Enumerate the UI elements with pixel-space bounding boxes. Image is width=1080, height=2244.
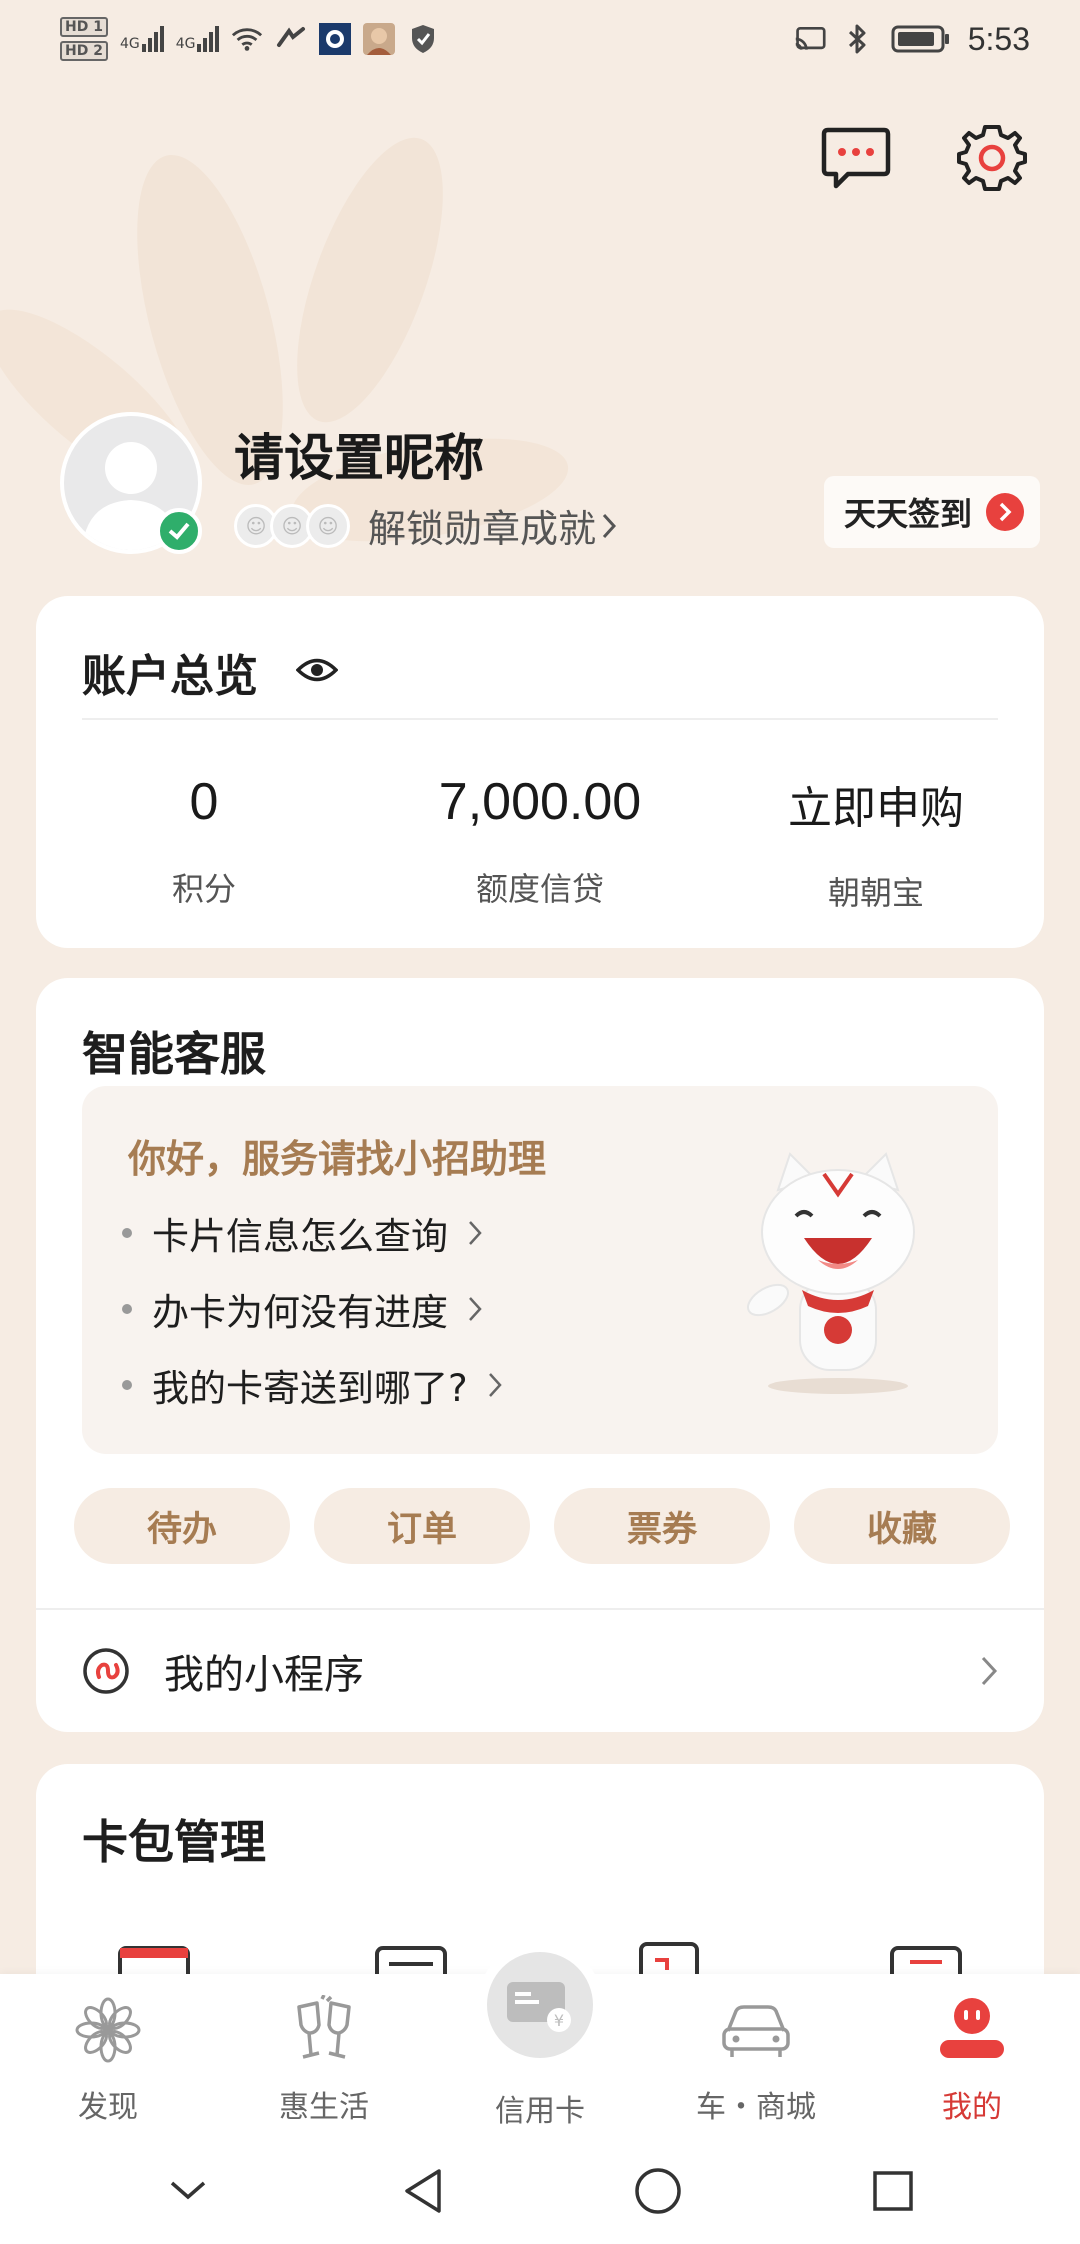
chevron-right-icon — [488, 1373, 502, 1397]
profile-section: 请设置昵称 ☺ ☺ ☺ 解锁勋章成就 天天签到 — [60, 412, 1040, 562]
bullet — [122, 1228, 132, 1238]
faq-label: 卡片信息怎么查询 — [152, 1215, 448, 1258]
faq-item[interactable]: 办卡为何没有进度 — [122, 1282, 482, 1336]
unlock-medals-label: 解锁勋章成就 — [368, 507, 597, 551]
hd2-label: HD 2 — [60, 41, 108, 61]
settings-icon[interactable] — [954, 120, 1030, 196]
account-overview-card: 账户总览 0 积分 7,000.00 额度信贷 立即申购 朝朝宝 — [36, 596, 1044, 948]
points-label: 积分 — [171, 870, 236, 908]
verified-check-icon — [156, 508, 202, 554]
bluetooth-icon — [842, 23, 874, 55]
avatar-notification-icon — [363, 23, 396, 55]
discover-icon — [70, 1992, 146, 2068]
recents-icon[interactable] — [853, 2151, 933, 2231]
faq-label: 我的卡寄送到哪了? — [152, 1367, 468, 1410]
clock: 5:53 — [967, 20, 1030, 57]
signal-icon: 4G — [120, 26, 164, 52]
chevron-right-icon — [469, 1297, 482, 1321]
faq-item[interactable]: 我的卡寄送到哪了? — [122, 1358, 502, 1412]
hd1-label: HD 1 — [60, 17, 108, 37]
assistant-panel: 你好，服务请找小招助理 卡片信息怎么查询 办卡为何没有进度 我的卡寄送到哪了? — [82, 1086, 998, 1454]
status-bar: HD 1 HD 2 4G 4G 5:53 — [0, 0, 1080, 78]
service-title: 智能客服 — [82, 1027, 266, 1081]
tab-label: 惠生活 — [279, 2090, 369, 2125]
faq-label: 办卡为何没有进度 — [152, 1291, 448, 1334]
points-value: 0 — [189, 773, 219, 831]
tab-credit-card[interactable]: ¥ 信用卡 — [432, 1942, 648, 2138]
status-left: HD 1 HD 2 4G 4G — [60, 17, 439, 61]
bullet — [122, 1304, 132, 1314]
tab-label: 车・商城 — [696, 2090, 816, 2125]
orders-pill[interactable]: 订单 — [314, 1488, 530, 1564]
faq-item[interactable]: 卡片信息怎么查询 — [122, 1206, 482, 1260]
chevron-right-icon — [469, 1221, 482, 1245]
mascot-cat-icon — [747, 1152, 915, 1394]
mini-program-icon — [83, 1648, 129, 1694]
shortcut-pills: 待办 订单 票券 收藏 — [74, 1488, 1010, 1564]
wallet-title: 卡包管理 — [82, 1815, 266, 1869]
signal-icon-2: 4G — [176, 26, 220, 52]
tab-discover[interactable]: 发现 — [0, 1974, 216, 2138]
battery-icon — [890, 23, 952, 55]
cast-icon — [794, 23, 826, 55]
zhaozhaobao-stat[interactable]: 立即申购 朝朝宝 — [708, 772, 1044, 914]
profile-icon — [934, 1992, 1010, 2068]
cheers-icon — [286, 1992, 362, 2068]
bullet — [122, 1380, 132, 1390]
hd-indicator: HD 1 HD 2 — [60, 17, 108, 61]
tab-car-mall[interactable]: 车・商城 — [648, 1974, 864, 2138]
unlock-medals-link[interactable]: 解锁勋章成就 — [368, 498, 617, 553]
tab-label: 发现 — [78, 2090, 138, 2125]
todo-pill[interactable]: 待办 — [74, 1488, 290, 1564]
tab-label: 我的 — [942, 2090, 1002, 2125]
zhaozhaobao-label: 朝朝宝 — [827, 874, 924, 912]
badges-row: ☺ ☺ ☺ 解锁勋章成就 — [234, 498, 617, 553]
chevron-right-icon — [602, 513, 617, 538]
favorites-pill[interactable]: 收藏 — [794, 1488, 1010, 1564]
mini-program-row[interactable]: 我的小程序 — [82, 1610, 998, 1732]
net2-label: 4G — [175, 36, 196, 52]
credit-value: 7,000.00 — [438, 773, 642, 831]
collapse-icon[interactable] — [148, 2151, 228, 2231]
center-tab-bump: ¥ — [477, 1942, 603, 2068]
shield-icon — [407, 23, 439, 55]
credit-label: 额度信贷 — [475, 870, 604, 908]
smart-service-card: 智能客服 你好，服务请找小招助理 卡片信息怎么查询 办卡为何没有进度 我的卡寄送… — [36, 978, 1044, 1732]
arrow-right-icon — [986, 493, 1024, 531]
account-title: 账户总览 — [82, 651, 258, 702]
tab-label: 信用卡 — [495, 2094, 585, 2129]
svg-text:¥: ¥ — [554, 2011, 564, 2030]
account-header: 账户总览 — [82, 640, 339, 704]
top-actions — [818, 120, 1030, 196]
net1-label: 4G — [119, 36, 140, 52]
eye-icon[interactable] — [295, 655, 339, 689]
home-icon[interactable] — [618, 2151, 698, 2231]
nickname[interactable]: 请设置昵称 — [234, 418, 484, 490]
status-right: 5:53 — [794, 21, 1030, 58]
checkin-button[interactable]: 天天签到 — [823, 476, 1040, 548]
app-notification-icon — [319, 23, 352, 55]
bottom-tab-bar: 发现 惠生活 ¥ 信用卡 车・商城 我的 — [0, 1942, 1080, 2138]
medal-icon: ☺ — [306, 503, 350, 548]
system-nav-bar — [0, 2138, 1080, 2244]
message-icon[interactable] — [818, 120, 894, 196]
back-icon[interactable] — [383, 2151, 463, 2231]
account-stats: 0 积分 7,000.00 额度信贷 立即申购 朝朝宝 — [36, 772, 1044, 914]
wifi-icon — [231, 23, 263, 55]
chevron-right-icon — [981, 1656, 998, 1686]
mini-program-label: 我的小程序 — [164, 1652, 364, 1698]
checkin-label: 天天签到 — [843, 495, 972, 533]
divider — [82, 718, 998, 720]
tab-life[interactable]: 惠生活 — [216, 1974, 432, 2138]
credit-card-icon: ¥ — [487, 1952, 593, 2058]
nfc-icon — [275, 23, 307, 55]
car-icon — [718, 1992, 794, 2068]
vouchers-pill[interactable]: 票券 — [554, 1488, 770, 1564]
credit-stat[interactable]: 7,000.00 额度信贷 — [372, 772, 708, 914]
points-stat[interactable]: 0 积分 — [36, 772, 372, 914]
assistant-greeting: 你好，服务请找小招助理 — [128, 1136, 547, 1181]
zhaozhaobao-value: 立即申购 — [788, 783, 964, 834]
tab-mine[interactable]: 我的 — [864, 1974, 1080, 2138]
